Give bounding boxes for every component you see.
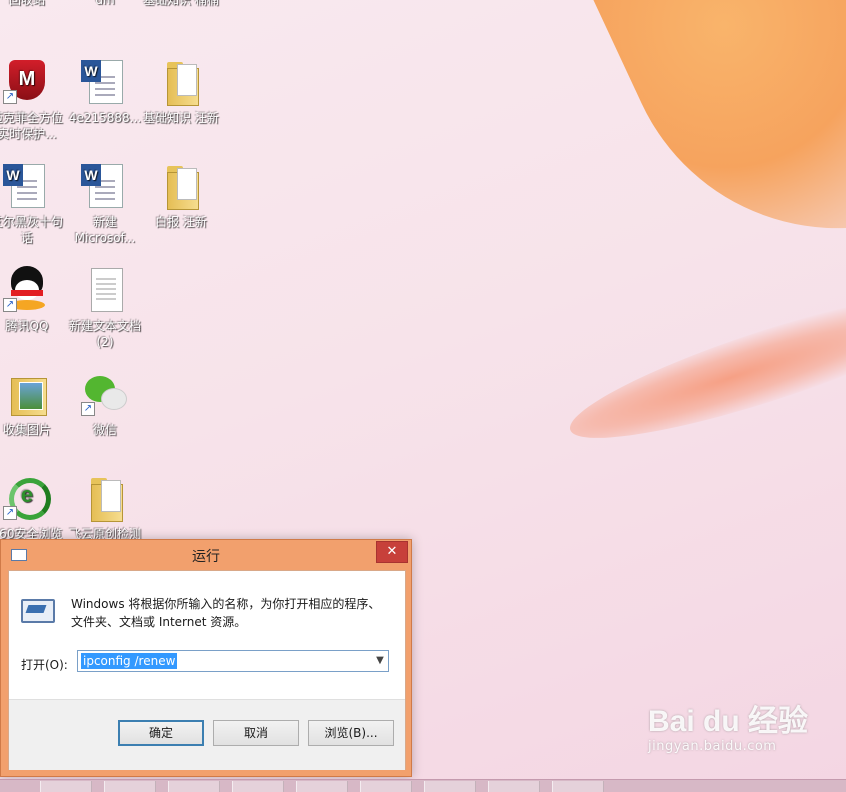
desktop-icon-jichu-yiqiao[interactable]: 基础知识 楠楠 xyxy=(142,0,220,8)
wallpaper-petal-top xyxy=(580,0,846,300)
taskbar-item[interactable] xyxy=(168,781,220,792)
chevron-down-icon[interactable]: ▼ xyxy=(372,651,388,671)
taskbar-item[interactable] xyxy=(424,781,476,792)
desktop-icon-wechat[interactable]: ↗ 微信 xyxy=(66,370,144,438)
taskbar-item[interactable] xyxy=(360,781,412,792)
desktop-icon-label: 回收站 xyxy=(8,0,45,7)
qq-penguin-icon: ↗ xyxy=(3,266,51,314)
desktop-icon-new-word[interactable]: W 新建 Microsof... xyxy=(66,162,144,246)
desktop-icon-doc-4e2[interactable]: W 4e215888... xyxy=(66,58,144,126)
photo-folder-icon xyxy=(3,370,51,418)
wechat-icon: ↗ xyxy=(81,370,129,418)
desktop-icon-doc-aier[interactable]: W 艾尔黑灰十句话 xyxy=(0,162,66,246)
desktop-icon-recycle-bin[interactable]: 回收站 xyxy=(0,0,66,8)
word-document-icon: W xyxy=(81,162,129,210)
taskbar xyxy=(0,779,846,792)
desktop-icon-mcafee[interactable]: M↗ 迈克菲全方位实时保护... xyxy=(0,58,66,142)
browse-button[interactable]: 浏览(B)... xyxy=(308,720,394,746)
wallpaper-petal-middle xyxy=(559,266,846,464)
desktop-icon-label: 白报 汪新 xyxy=(155,215,207,229)
run-dialog-footer: 确定 取消 浏览(B)... xyxy=(9,699,405,770)
open-label: 打开(O): xyxy=(21,658,68,672)
command-combobox[interactable]: ipconfig /renew ▼ xyxy=(77,650,389,672)
desktop-icon-photos[interactable]: 收集图片 xyxy=(0,370,66,438)
run-description: Windows 将根据你所输入的名称，为你打开相应的程序、文件夹、文档或 Int… xyxy=(71,597,381,629)
text-document-icon xyxy=(81,266,129,314)
desktop-icon-label: 基础知识 楠楠 xyxy=(143,0,219,7)
taskbar-item[interactable] xyxy=(40,781,92,792)
desktop-icon-label: 腾讯QQ xyxy=(5,319,49,333)
folder-icon xyxy=(157,58,205,106)
taskbar-item[interactable] xyxy=(552,781,604,792)
watermark-brand: Bai du 经验 xyxy=(648,705,809,738)
cancel-button[interactable]: 取消 xyxy=(213,720,299,746)
run-dialog: 运行 ✕ Windows 将根据你所输入的名称，为你打开相应的程序、文件夹、文档… xyxy=(0,539,412,777)
taskbar-item[interactable] xyxy=(104,781,156,792)
browser-360-icon: e ↗ xyxy=(3,474,51,522)
desktop-icon-label: 新建文本文档 (2) xyxy=(68,319,141,349)
close-button[interactable]: ✕ xyxy=(376,541,408,563)
desktop-icon-label: dm xyxy=(95,0,115,7)
desktop-icon-label: 迈克菲全方位实时保护... xyxy=(0,111,63,141)
run-dialog-title: 运行 xyxy=(192,549,220,565)
run-dialog-titlebar[interactable]: 运行 ✕ xyxy=(1,540,411,570)
desktop-icon-qq[interactable]: ↗ 腾讯QQ xyxy=(0,266,66,334)
desktop-icon-label: 新建 Microsof... xyxy=(74,215,136,245)
desktop-icon-label: 基础知识 汪新 xyxy=(143,111,219,125)
desktop-icon-label: 收集图片 xyxy=(2,423,51,437)
command-input[interactable]: ipconfig /renew xyxy=(81,653,178,669)
desktop-icon-baogao-wangxin[interactable]: 白报 汪新 xyxy=(142,162,220,230)
desktop-icon-label: 艾尔黑灰十句话 xyxy=(0,215,63,245)
folder-icon xyxy=(81,474,129,522)
ok-button[interactable]: 确定 xyxy=(118,720,204,746)
mcafee-shield-icon: M ↗ xyxy=(3,58,51,106)
desktop-icon-new-txt[interactable]: 新建文本文档 (2) xyxy=(66,266,144,350)
watermark-url: jingyan.baidu.com xyxy=(648,739,777,754)
run-dialog-body: Windows 将根据你所输入的名称，为你打开相应的程序、文件夹、文档或 Int… xyxy=(8,570,406,770)
taskbar-item[interactable] xyxy=(232,781,284,792)
desktop-icon-label: 4e215888... xyxy=(68,111,142,125)
word-document-icon: W xyxy=(3,162,51,210)
taskbar-item[interactable] xyxy=(296,781,348,792)
desktop-icon-label: 微信 xyxy=(92,423,117,437)
desktop-icon-feiyun[interactable]: 飞云原创检测 xyxy=(66,474,144,542)
desktop-icon-dm[interactable]: dm xyxy=(66,0,144,8)
taskbar-item[interactable] xyxy=(488,781,540,792)
desktop-icon-jichu-wangxin[interactable]: 基础知识 汪新 xyxy=(142,58,220,126)
folder-icon xyxy=(157,162,205,210)
run-icon xyxy=(21,599,55,623)
word-document-icon: W xyxy=(81,58,129,106)
baidu-jingyan-watermark: Bai du 经验 jingyan.baidu.com xyxy=(648,705,808,754)
